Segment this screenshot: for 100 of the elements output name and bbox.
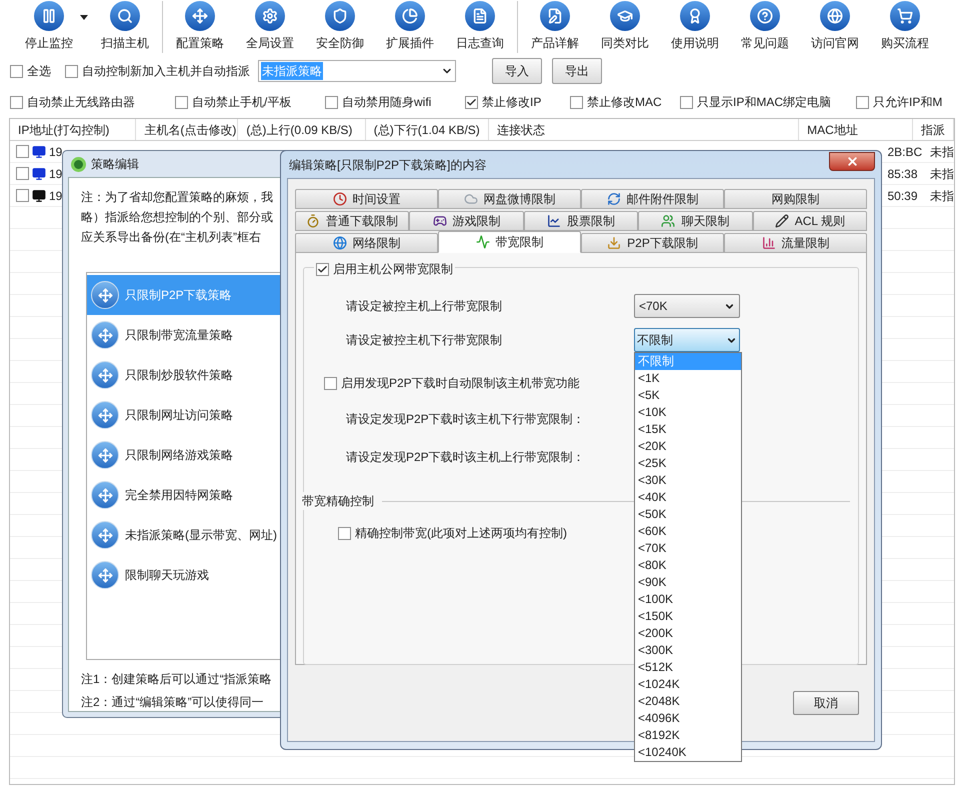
arrows-icon: [91, 521, 119, 549]
toolbar-button[interactable]: 停止监控: [14, 1, 84, 52]
toolbar-text-button[interactable]: 导出: [552, 58, 602, 84]
table-cell: 50:39: [887, 188, 918, 202]
download-limit-select[interactable]: 不限制: [634, 328, 740, 352]
toolbar-button[interactable]: 扫描主机: [90, 1, 160, 52]
checkbox[interactable]: [16, 145, 29, 158]
dropdown-option[interactable]: <40K: [635, 489, 741, 506]
checkbox[interactable]: [10, 64, 23, 78]
tab[interactable]: 普通下载限制: [295, 211, 410, 231]
tab[interactable]: 流量限制: [724, 233, 867, 253]
tab[interactable]: 网购限制: [724, 189, 867, 209]
toolbar-button[interactable]: 配置策略: [165, 1, 235, 52]
checkbox-label: 只显示IP和MAC绑定电脑: [697, 94, 832, 111]
dropdown-option[interactable]: <15K: [635, 421, 741, 438]
dropdown-option[interactable]: <4096K: [635, 710, 741, 727]
table-cell-text: 19: [49, 144, 62, 160]
dropdown-option[interactable]: <1024K: [635, 676, 741, 693]
table-cell-text: 19: [49, 166, 62, 182]
dropdown-option[interactable]: <200K: [635, 625, 741, 642]
line-chart-icon: [547, 214, 562, 228]
dropdown-option[interactable]: <2048K: [635, 693, 741, 710]
checkbox[interactable]: [570, 96, 583, 108]
policy-item[interactable]: 只限制炒股软件策略: [87, 355, 315, 395]
toolbar-button[interactable]: 购买流程: [870, 1, 940, 52]
toolbar-button[interactable]: 访问官网: [800, 1, 870, 52]
dropdown-option[interactable]: <1K: [635, 370, 741, 387]
dropdown-option[interactable]: <150K: [635, 608, 741, 625]
dropdown-option[interactable]: <512K: [635, 659, 741, 676]
toolbar-button[interactable]: 产品详解: [520, 1, 590, 52]
close-button[interactable]: [829, 152, 875, 171]
dropdown-option[interactable]: <8192K: [635, 727, 741, 744]
dropdown-option[interactable]: <5K: [635, 387, 741, 404]
tab[interactable]: 聊天限制: [638, 211, 753, 231]
tab[interactable]: 游戏限制: [409, 211, 524, 231]
note-text: 注2：通过“编辑策略”可以使得同一: [81, 694, 265, 711]
checkbox[interactable]: [10, 96, 23, 108]
note-text: 注1：创建策略后可以通过“指派策略: [81, 671, 273, 688]
tab[interactable]: P2P下载限制: [581, 233, 724, 253]
tab[interactable]: 网盘微博限制: [438, 189, 581, 209]
column-header[interactable]: MAC地址: [799, 119, 913, 140]
dropdown-option[interactable]: <10K: [635, 404, 741, 421]
dropdown-option[interactable]: <10240K: [635, 744, 741, 761]
window-title: 策略编辑: [91, 156, 139, 173]
policy-item[interactable]: 限制聊天玩游戏: [87, 555, 315, 595]
toolbar-button[interactable]: 日志查询: [445, 1, 515, 52]
checkbox[interactable]: [338, 526, 351, 540]
dropdown-option[interactable]: <20K: [635, 438, 741, 455]
checkbox[interactable]: [856, 96, 869, 108]
tab[interactable]: 邮件附件限制: [581, 189, 724, 209]
checkbox[interactable]: [175, 96, 188, 108]
policy-item[interactable]: 未指派策略(显示带宽、网址): [87, 515, 315, 555]
caret-icon[interactable]: [80, 15, 88, 20]
cancel-button[interactable]: 取消: [793, 691, 859, 715]
toolbar-button[interactable]: 同类对比: [590, 1, 660, 52]
toolbar-text-button[interactable]: 导入: [492, 58, 542, 84]
checkbox[interactable]: [324, 376, 337, 390]
checkbox[interactable]: [316, 262, 329, 276]
toolbar-button[interactable]: 扩展插件: [375, 1, 445, 52]
table-cell: 2B:BC: [887, 144, 922, 158]
tab[interactable]: 带宽限制: [438, 231, 581, 253]
dropdown-option[interactable]: <90K: [635, 574, 741, 591]
policy-item[interactable]: 只限制网络游戏策略: [87, 435, 315, 475]
dropdown-option[interactable]: <30K: [635, 472, 741, 489]
dropdown-option[interactable]: <100K: [635, 591, 741, 608]
checkbox[interactable]: [65, 64, 78, 78]
tab[interactable]: ACL 规则: [752, 211, 868, 231]
checkbox-label: 启用发现P2P下载时自动限制该主机带宽功能: [341, 375, 580, 392]
policy-item[interactable]: 只限制带宽流量策略: [87, 315, 315, 355]
column-header[interactable]: IP地址(打勾控制): [10, 119, 136, 140]
checkbox-label: 禁止修改MAC: [587, 94, 662, 111]
tab[interactable]: 网络限制: [295, 233, 438, 253]
tab[interactable]: 时间设置: [295, 189, 438, 209]
column-header[interactable]: 连接状态: [488, 119, 800, 140]
checkbox-label: 自动禁用随身wifi: [342, 94, 432, 111]
toolbar-button[interactable]: 安全防御: [305, 1, 375, 52]
toolbar-button[interactable]: 全局设置: [235, 1, 305, 52]
policy-item[interactable]: 只限制网址访问策略: [87, 395, 315, 435]
checkbox[interactable]: [16, 189, 29, 202]
checkbox[interactable]: [465, 96, 478, 108]
column-header[interactable]: 指派: [913, 119, 954, 140]
column-header[interactable]: 主机名(点击修改): [136, 119, 238, 140]
toolbar-button[interactable]: 常见问题: [730, 1, 800, 52]
checkbox[interactable]: [325, 96, 338, 108]
dropdown-option[interactable]: <50K: [635, 506, 741, 523]
column-header[interactable]: (总)下行(1.04 KB/S): [366, 119, 489, 140]
dropdown-option[interactable]: <80K: [635, 557, 741, 574]
dropdown-option[interactable]: <70K: [635, 540, 741, 557]
column-header[interactable]: (总)上行(0.09 KB/S): [238, 119, 366, 140]
table-cell: 未指: [930, 166, 954, 180]
dropdown-option[interactable]: <300K: [635, 642, 741, 659]
arrows-icon: [91, 561, 119, 589]
upload-limit-select[interactable]: <70K: [634, 294, 740, 318]
checkbox[interactable]: [16, 167, 29, 180]
dropdown-option[interactable]: <60K: [635, 523, 741, 540]
tab[interactable]: 股票限制: [524, 211, 638, 231]
toolbar-button[interactable]: 使用说明: [660, 1, 730, 52]
checkbox-label: 只允许IP和M: [873, 94, 942, 111]
dropdown-option[interactable]: <25K: [635, 455, 741, 472]
checkbox[interactable]: [680, 96, 693, 108]
